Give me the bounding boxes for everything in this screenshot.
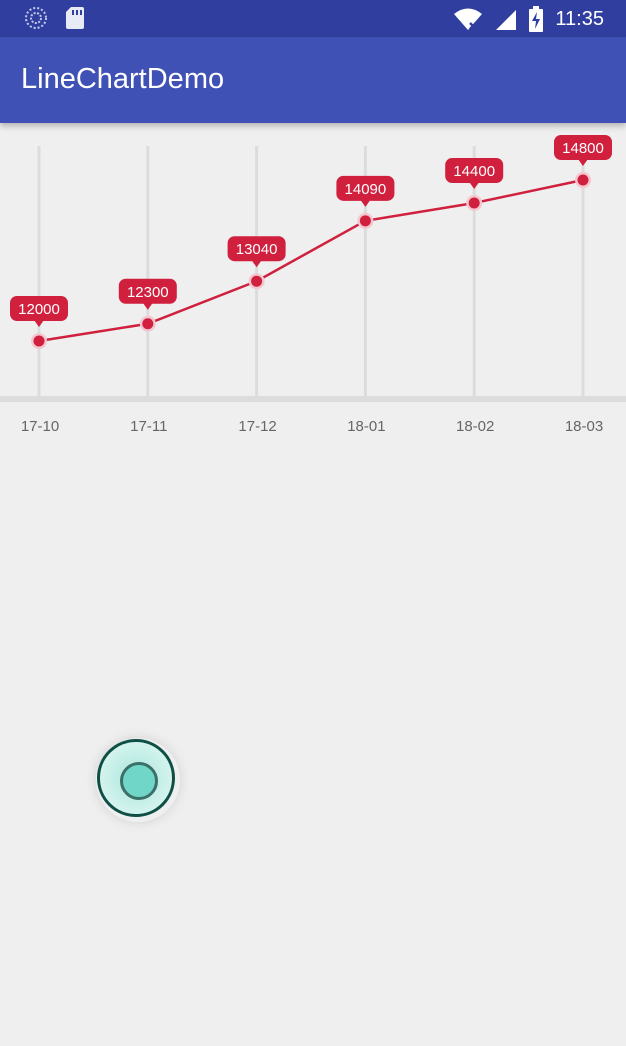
data-label: 14800 <box>562 140 604 157</box>
data-label: 13040 <box>236 241 278 258</box>
status-right: 11:35 <box>453 6 604 32</box>
sd-card-icon <box>66 7 84 29</box>
line-chart-svg: 12000 17-10 12300 17-11 13040 17-12 14090 18-01… <box>0 135 626 435</box>
cell-signal-icon <box>496 10 517 30</box>
data-point <box>577 174 589 186</box>
line-chart: 12000 17-10 12300 17-11 13040 17-12 14090 18-01… <box>0 124 626 454</box>
data-label-pointer <box>34 320 44 327</box>
fab-outer-ring[interactable] <box>97 739 175 817</box>
data-label-pointer <box>251 260 262 268</box>
data-label: 14400 <box>453 163 495 180</box>
app-title: LineChartDemo <box>21 63 225 95</box>
data-label: 14090 <box>345 181 387 198</box>
x-tick-label: 17-11 <box>130 418 167 435</box>
x-axis-baseline <box>0 396 626 402</box>
x-tick-label: 17-12 <box>238 418 276 435</box>
data-label-pointer <box>142 302 153 310</box>
series-line <box>38 178 584 343</box>
app-bar: LineChartDemo <box>0 37 626 123</box>
x-tick-label: 18-03 <box>565 418 603 435</box>
data-point <box>33 335 45 347</box>
data-point <box>468 197 480 209</box>
data-label: 12000 <box>18 301 60 318</box>
data-point <box>251 275 263 287</box>
floating-action-button[interactable] <box>96 738 180 822</box>
status-left-icons <box>24 6 85 30</box>
loading-spinner-icon <box>25 7 47 29</box>
status-bar: 11:35 <box>0 0 626 37</box>
data-label-pointer <box>578 159 588 166</box>
wifi-icon <box>454 8 483 30</box>
battery-charging-icon <box>529 6 544 32</box>
circle-button-icon <box>120 762 158 800</box>
x-tick-label: 18-02 <box>456 418 494 435</box>
data-label: 12300 <box>127 284 169 301</box>
x-tick-label: 18-01 <box>347 418 385 435</box>
data-label-pointer <box>469 182 480 189</box>
x-tick-label: 17-10 <box>21 418 59 435</box>
data-point <box>359 215 371 227</box>
data-point <box>142 318 154 330</box>
clock: 11:35 <box>555 7 604 30</box>
data-label-pointer <box>360 199 371 207</box>
